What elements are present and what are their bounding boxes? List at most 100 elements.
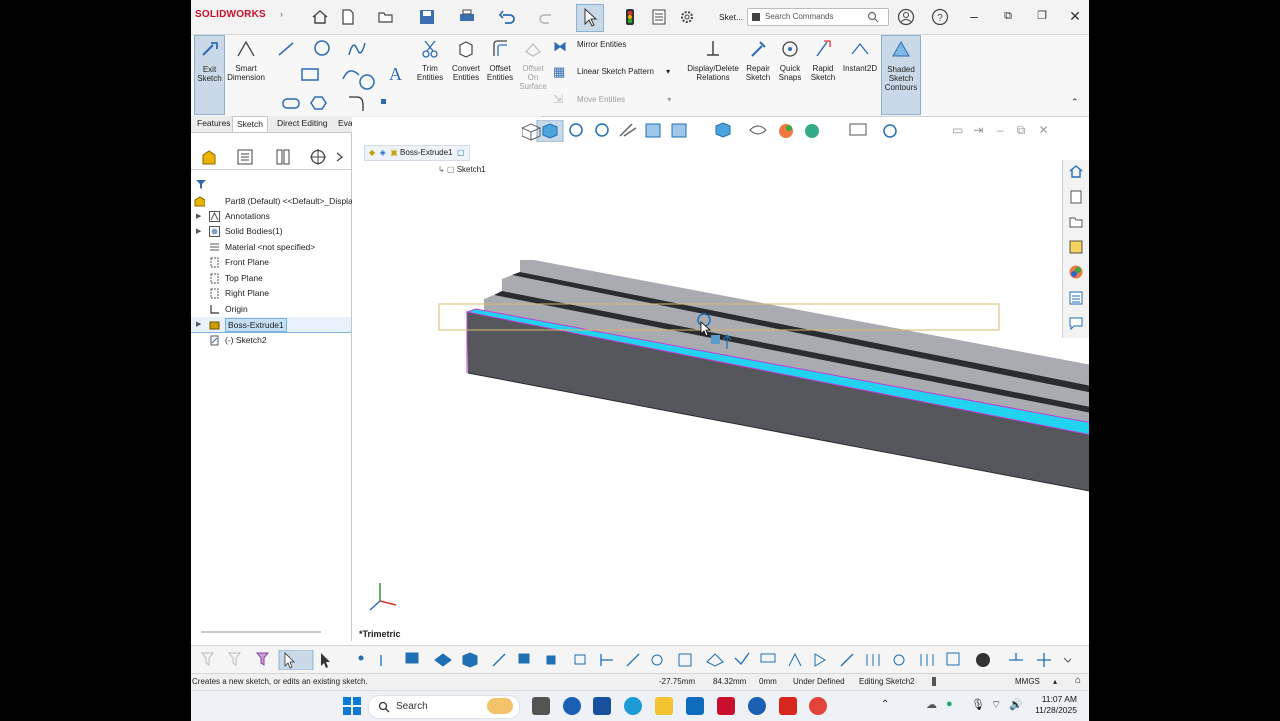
file-explorer-icon[interactable] [655,697,673,715]
tree-item-sketch2[interactable]: (-) Sketch2 [191,333,351,348]
open-icon[interactable] [377,8,395,26]
file-properties-icon[interactable] [650,8,668,26]
outlook-icon[interactable] [686,697,704,715]
expand-arrow-icon[interactable]: ▶ [196,317,201,332]
taskbar-search-box[interactable]: Search [368,695,520,719]
tile-button[interactable]: ❐ [1031,6,1053,26]
app-icon-3[interactable] [809,697,827,715]
tree-item-annotations[interactable]: ▶ Annotations [191,209,351,224]
gear-icon[interactable] [678,8,696,26]
taskbar-clock[interactable]: 11:07 AM 11/28/2025 [1035,694,1077,716]
close-button[interactable]: ✕ [1064,6,1086,26]
filter-clear-icon [255,652,270,666]
acrobat-icon[interactable] [779,697,797,715]
graphics-area[interactable]: ▭ ⇥ – ⧉ ✕ ◆ ◈ ▣ Boss-Extrude1 ▢ ↳ ▢ Sket… [352,117,1089,641]
tree-item-material[interactable]: Material <not specified> [191,240,351,255]
appearances-icon[interactable] [1068,264,1084,280]
tree-item-solid-bodies[interactable]: ▶ Solid Bodies(1) [191,224,351,239]
shaded-sketch-contours-button[interactable]: Shaded Sketch Contours [881,35,921,115]
tab-direct-editing[interactable]: Direct Editing [273,116,332,131]
panel-scrollbar[interactable] [201,631,321,633]
tree-item-boss-extrude1[interactable]: ▶ Boss-Extrude1 [191,317,351,333]
tree-root-part[interactable]: Part8 (Default) <<Default>_Displa [191,194,353,209]
exit-sketch-button[interactable]: Exit Sketch [194,35,225,115]
select-button[interactable] [576,4,604,32]
convert-entities-button[interactable]: Convert Entities [449,38,483,82]
move-entities-button[interactable]: ⇲ Move Entities ▾ [553,92,671,106]
tree-item-front-plane[interactable]: Front Plane [191,255,351,270]
minimize-button[interactable]: – [963,6,985,26]
mirror-entities-button[interactable]: ⧓ Mirror Entities [553,38,626,54]
home-icon[interactable] [1068,163,1084,179]
app-icon-2[interactable] [748,697,766,715]
search-icon[interactable] [867,11,879,23]
repair-sketch-button[interactable]: Repair Sketch [743,38,773,82]
chevron-right-icon[interactable]: › [280,9,283,19]
new-document-icon[interactable] [339,8,357,26]
property-manager-icon[interactable] [236,148,254,166]
dimxpert-icon[interactable] [309,148,327,166]
unit-menu-arrow-icon[interactable]: ▴ [1053,674,1057,689]
tree-item-top-plane[interactable]: Top Plane [191,271,351,286]
edge-icon[interactable] [624,697,642,715]
panel-more-icon[interactable] [333,148,347,166]
filter-center-marks-icon [626,653,640,667]
windows-start-icon[interactable] [343,697,361,715]
offset-entities-button[interactable]: Offset Entities [484,38,516,82]
linear-sketch-pattern-button[interactable]: ▦ Linear Sketch Pattern ▾ [553,64,670,79]
model-view[interactable] [352,117,1089,641]
filter-hide-icon [227,652,242,666]
offset-on-surface-button[interactable]: Offset On Surface [518,38,548,91]
restore-button[interactable]: ⧉ [997,6,1019,26]
feature-manager-icon[interactable] [200,148,218,166]
filter-centerline-icon [651,654,663,666]
quick-snaps-button[interactable]: Quick Snaps [776,38,804,82]
file-explorer-icon[interactable] [1068,214,1084,230]
instant2d-button[interactable]: Instant2D [841,38,879,73]
collapse-ribbon-icon[interactable]: ⌃ [1071,97,1079,108]
save-icon[interactable] [418,8,436,26]
solidworks-taskbar-icon[interactable] [717,697,735,715]
custom-properties-icon[interactable] [1068,290,1084,306]
home-icon[interactable] [311,8,329,26]
tree-item-origin[interactable]: Origin [191,302,351,317]
app-icon-1[interactable] [563,697,581,715]
design-library-icon[interactable] [1068,189,1084,205]
ellipse-icon[interactable] [358,73,382,91]
microphone-icon[interactable]: 🎙 [971,698,985,711]
solidworks-window: SOLIDWORKS › Sket... Search Commands ? –… [191,0,1089,690]
undo-icon[interactable] [498,8,516,26]
task-view-icon[interactable] [532,697,550,715]
expand-arrow-icon[interactable]: ▶ [196,209,201,224]
tray-chevron-icon[interactable]: ⌃ [881,699,889,710]
text-icon[interactable]: A [387,63,407,83]
word-icon[interactable] [593,697,611,715]
tray-app-icon[interactable]: ● [946,698,953,710]
expand-arrow-icon[interactable]: ▶ [196,224,201,239]
smart-dimension-button[interactable]: Smart Dimension [226,38,266,82]
onedrive-icon[interactable]: ☁ [926,698,937,711]
print-icon[interactable] [458,8,476,26]
volume-icon[interactable]: 🔊 [1009,698,1023,711]
origin-icon [210,305,219,314]
help-icon[interactable]: ? [931,8,949,26]
configuration-manager-icon[interactable] [274,148,292,166]
filter-buttons-row[interactable] [201,650,1071,670]
tab-sketch[interactable]: Sketch [232,116,268,132]
tree-item-right-plane[interactable]: Right Plane [191,286,351,301]
filter-icon[interactable] [195,178,207,190]
forum-icon[interactable] [1068,315,1084,331]
trim-entities-button[interactable]: Trim Entities [414,38,446,82]
view-palette-icon[interactable] [1068,239,1084,255]
rebuild-traffic-light-icon[interactable] [621,8,639,26]
tab-features[interactable]: Features [193,116,235,131]
status-tools-icon[interactable]: ⌂ [1075,673,1081,688]
wifi-icon[interactable]: ⌔ [991,698,1001,712]
account-icon[interactable] [897,8,915,26]
unit-system[interactable]: MMGS [1015,674,1040,689]
display-delete-relations-button[interactable]: Display/Delete Relations [685,38,741,82]
search-commands-input[interactable]: Search Commands [747,8,889,26]
rapid-sketch-button[interactable]: Rapid Sketch [808,38,838,82]
redo-icon[interactable] [538,8,556,26]
polygon-icon [310,96,327,110]
